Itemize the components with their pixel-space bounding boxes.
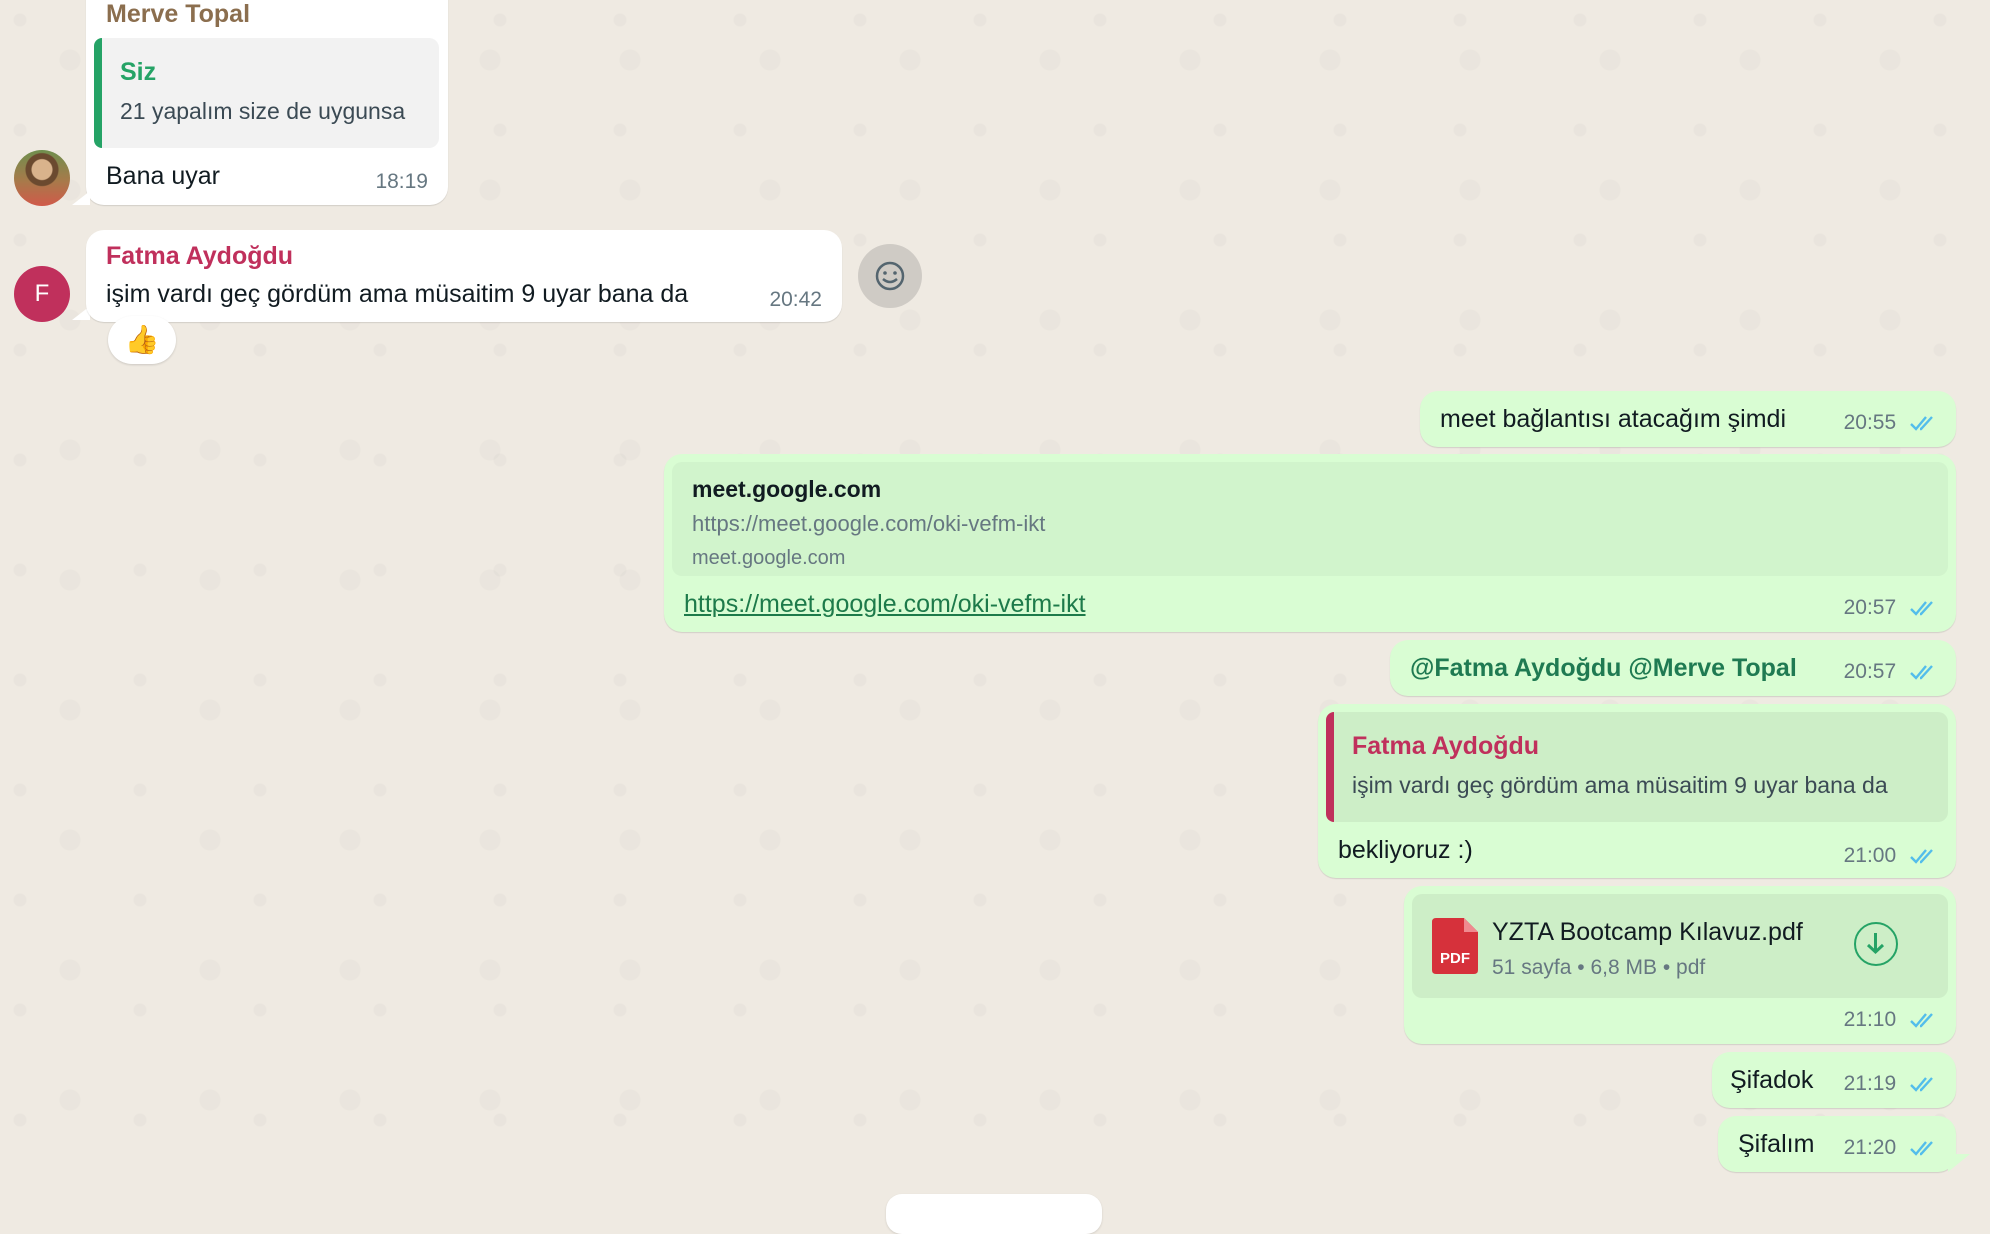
quote-bar (1326, 712, 1334, 822)
link-preview-title: meet.google.com (692, 476, 882, 502)
link-preview-url: https://meet.google.com/oki-vefm-ikt (692, 511, 1046, 536)
reaction-badge[interactable]: 👍 (108, 316, 176, 364)
message-text: Bana uyar (106, 162, 220, 190)
incoming-message-merve[interactable]: Merve Topal Siz 21 yapalım size de uygun… (86, 0, 448, 205)
outgoing-mention-message[interactable]: @Fatma Aydoğdu @Merve Topal 20:57 (1390, 640, 1956, 696)
incoming-message-fatma[interactable]: Fatma Aydoğdu işim vardı geç gördüm ama … (86, 230, 842, 322)
mention-list: @Fatma Aydoğdu @Merve Topal (1410, 654, 1797, 683)
quoted-message[interactable]: Siz 21 yapalım size de uygunsa (94, 38, 439, 148)
message-sender: Fatma Aydoğdu (106, 242, 294, 270)
outgoing-reply-message[interactable]: Fatma Aydoğdu işim vardı geç gördüm ama … (1318, 704, 1956, 878)
link-preview-card[interactable]: meet.google.com https://meet.google.com/… (672, 462, 1948, 576)
thumbs-up-icon: 👍 (124, 324, 160, 355)
message-time: 20:55 (1844, 411, 1938, 435)
outgoing-message[interactable]: Şifadok 21:19 (1712, 1052, 1956, 1108)
smiley-icon (875, 261, 905, 291)
message-time: 20:42 (769, 288, 822, 311)
avatar-letter: F (34, 280, 50, 307)
pdf-label: PDF (1440, 950, 1470, 967)
double-check-icon (1910, 416, 1933, 432)
message-time: 21:10 (1844, 1008, 1938, 1032)
scroll-to-bottom-pill[interactable] (886, 1194, 1102, 1234)
double-check-icon (1910, 601, 1933, 617)
double-check-icon (1910, 1013, 1933, 1029)
double-check-icon (1910, 1077, 1933, 1093)
double-check-icon (1910, 665, 1933, 681)
file-meta: 51 sayfa • 6,8 MB • pdf (1492, 956, 1706, 979)
quote-bar (94, 38, 102, 148)
message-text: bekliyoruz :) (1338, 836, 1473, 864)
outgoing-file-message[interactable]: PDF YZTA Bootcamp Kılavuz.pdf 51 sayfa •… (1404, 886, 1956, 1044)
outgoing-link-message[interactable]: meet.google.com https://meet.google.com/… (664, 454, 1956, 632)
download-arrow-icon (1866, 933, 1885, 955)
message-time: 18:19 (375, 170, 428, 193)
message-text: işim vardı geç gördüm ama müsaitim 9 uya… (106, 280, 689, 308)
download-button[interactable] (1854, 922, 1898, 966)
quote-author: Fatma Aydoğdu (1352, 732, 1540, 760)
quote-text: 21 yapalım size de uygunsa (120, 98, 406, 124)
outgoing-message[interactable]: Şifalım 21:20 (1718, 1116, 1956, 1172)
outgoing-message[interactable]: meet bağlantısı atacağım şimdi 20:55 (1420, 391, 1956, 447)
message-text: Şifadok (1730, 1066, 1814, 1094)
add-reaction-button[interactable] (858, 244, 922, 308)
bubble-tail (1948, 1154, 1970, 1172)
bubble-tail (72, 191, 90, 205)
double-check-icon (1910, 849, 1933, 865)
link-preview-domain: meet.google.com (692, 547, 846, 569)
message-sender: Merve Topal (106, 0, 251, 28)
message-time: 21:00 (1844, 844, 1938, 868)
double-check-icon (1910, 1141, 1933, 1157)
message-time: 21:20 (1844, 1136, 1938, 1160)
file-name: YZTA Bootcamp Kılavuz.pdf (1492, 918, 1803, 946)
mention-merve[interactable]: @Merve Topal (1628, 654, 1796, 682)
file-card[interactable]: PDF YZTA Bootcamp Kılavuz.pdf 51 sayfa •… (1412, 894, 1948, 998)
message-text: meet bağlantısı atacağım şimdi (1440, 405, 1786, 433)
quote-text: işim vardı geç gördüm ama müsaitim 9 uya… (1352, 772, 1888, 798)
message-time: 20:57 (1844, 660, 1938, 684)
message-time: 21:19 (1844, 1072, 1938, 1096)
quoted-message[interactable]: Fatma Aydoğdu işim vardı geç gördüm ama … (1326, 712, 1948, 822)
avatar-merve[interactable] (14, 150, 70, 206)
message-link[interactable]: https://meet.google.com/oki-vefm-ikt (684, 590, 1086, 619)
quote-author: Siz (120, 58, 157, 86)
mention-fatma[interactable]: @Fatma Aydoğdu (1410, 654, 1621, 682)
message-time: 20:57 (1844, 596, 1938, 620)
avatar-fatma[interactable]: F (14, 266, 70, 322)
message-text: Şifalım (1738, 1130, 1815, 1158)
